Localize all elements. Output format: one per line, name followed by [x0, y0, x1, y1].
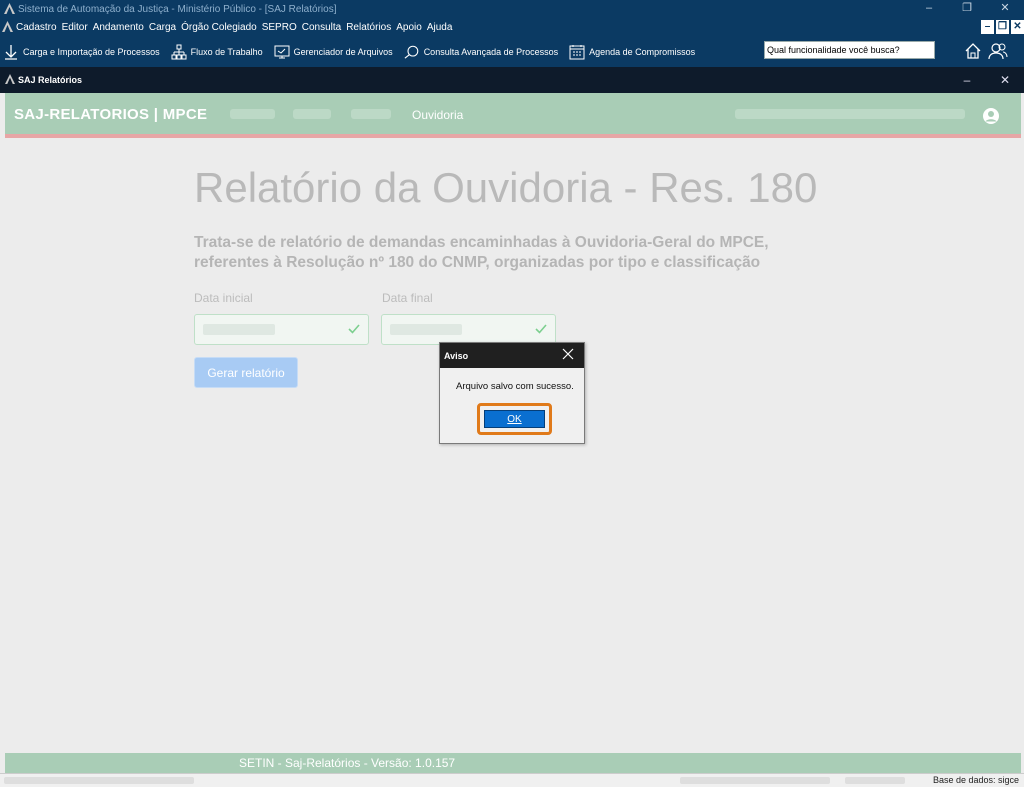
dialog-message: Arquivo salvo com sucesso. — [456, 381, 574, 392]
mdi-restore-button[interactable]: ❐ — [996, 20, 1009, 34]
end-date-value-redacted — [390, 324, 462, 335]
dialog-title: Aviso — [444, 350, 469, 361]
window-title-bar: Sistema de Automação da Justiça - Minist… — [0, 0, 1024, 19]
child-window-logo-icon — [5, 74, 15, 86]
toolbar: Carga e Importação de Processos Fluxo de… — [0, 36, 1024, 67]
menu-carga[interactable]: Carga — [149, 22, 176, 33]
child-minimize-button[interactable]: – — [948, 67, 986, 93]
ok-focus-ring: OK — [477, 403, 552, 435]
toolbar-fluxo-trabalho[interactable]: Fluxo de Trabalho — [171, 44, 263, 60]
page-title: Relatório da Ouvidoria - Res. 180 — [194, 164, 818, 211]
mdi-minimize-button[interactable]: – — [981, 20, 994, 34]
menu-sepro[interactable]: SEPRO — [262, 22, 297, 33]
database-status: Base de dados: sigce — [932, 775, 1019, 785]
toolbar-carga-importacao[interactable]: Carga e Importação de Processos — [3, 44, 160, 60]
menu-ajuda[interactable]: Ajuda — [427, 22, 453, 33]
ok-button[interactable]: OK — [484, 410, 545, 428]
generate-report-button[interactable]: Gerar relatório — [194, 357, 298, 388]
feature-search-input[interactable]: Qual funcionalidade você busca? — [764, 41, 935, 59]
menu-editor[interactable]: Editor — [62, 22, 88, 33]
nav-item-redacted[interactable] — [293, 109, 331, 119]
toolbar-label: Carga e Importação de Processos — [23, 46, 160, 57]
minimize-button[interactable]: – — [910, 0, 948, 19]
toolbar-gerenciador-arquivos[interactable]: Gerenciador de Arquivos — [274, 44, 393, 60]
menu-andamento[interactable]: Andamento — [93, 22, 144, 33]
child-window-title-bar: SAJ Relatórios – ✕ — [0, 67, 1024, 93]
toolbar-label: Gerenciador de Arquivos — [293, 46, 393, 57]
search-icon — [404, 44, 420, 60]
file-manager-icon — [274, 44, 290, 60]
menu-cadastro[interactable]: Cadastro — [16, 22, 57, 33]
toolbar-label: Consulta Avançada de Processos — [423, 46, 559, 57]
status-redacted — [680, 777, 830, 784]
user-info-redacted — [735, 109, 965, 119]
calendar-icon — [569, 44, 585, 60]
menu-consulta[interactable]: Consulta — [302, 22, 341, 33]
nav-item-ouvidoria[interactable]: Ouvidoria — [412, 108, 463, 122]
menu-apoio[interactable]: Apoio — [396, 22, 422, 33]
toolbar-consulta-avancada[interactable]: Consulta Avançada de Processos — [404, 44, 558, 60]
end-date-input[interactable] — [381, 314, 556, 345]
start-date-label: Data inicial — [194, 291, 253, 305]
status-redacted — [4, 777, 194, 784]
page-description: Trata-se de relatório de demandas encami… — [194, 234, 769, 271]
user-account-icon[interactable] — [982, 107, 1000, 130]
version-text: SETIN - Saj-Relatórios - Versão: 1.0.157 — [239, 756, 456, 770]
toolbar-agenda-compromissos[interactable]: Agenda de Compromissos — [569, 44, 695, 60]
home-icon[interactable] — [964, 42, 982, 62]
users-icon[interactable] — [988, 42, 1008, 62]
workflow-icon — [171, 44, 187, 60]
app-logo-icon — [4, 2, 15, 17]
checkmark-icon — [534, 322, 548, 341]
child-close-button[interactable]: ✕ — [986, 67, 1024, 93]
start-date-input[interactable] — [194, 314, 369, 345]
toolbar-label: Agenda de Compromissos — [589, 46, 696, 57]
menu-orgao-colegiado[interactable]: Órgão Colegiado — [181, 22, 257, 33]
restore-button[interactable]: ❐ — [948, 0, 986, 19]
child-window-title: SAJ Relatórios — [18, 75, 83, 85]
menu-logo-icon — [2, 20, 13, 35]
app-footer: SETIN - Saj-Relatórios - Versão: 1.0.157 — [5, 753, 1021, 773]
app-brand[interactable]: SAJ-RELATORIOS | MPCE — [14, 106, 207, 123]
alert-dialog: Aviso Arquivo salvo com sucesso. OK — [439, 342, 585, 444]
dialog-title-bar: Aviso — [440, 343, 584, 368]
checkmark-icon — [347, 322, 361, 341]
start-date-value-redacted — [203, 324, 275, 335]
nav-item-redacted[interactable] — [351, 109, 391, 119]
close-button[interactable]: ✕ — [986, 0, 1024, 19]
app-navbar: SAJ-RELATORIOS | MPCE Ouvidoria — [5, 93, 1021, 138]
menu-relatorios[interactable]: Relatórios — [346, 22, 391, 33]
mdi-close-button[interactable]: ✕ — [1011, 20, 1024, 34]
download-arrow-icon — [3, 44, 19, 60]
menu-bar: Cadastro Editor Andamento Carga Órgão Co… — [0, 19, 1024, 36]
status-bar: Base de dados: sigce — [0, 773, 1024, 787]
end-date-label: Data final — [382, 291, 433, 305]
toolbar-label: Fluxo de Trabalho — [190, 46, 263, 57]
window-title: Sistema de Automação da Justiça - Minist… — [18, 4, 337, 15]
status-redacted — [845, 777, 905, 784]
close-icon[interactable] — [562, 348, 574, 362]
nav-item-redacted[interactable] — [230, 109, 275, 119]
